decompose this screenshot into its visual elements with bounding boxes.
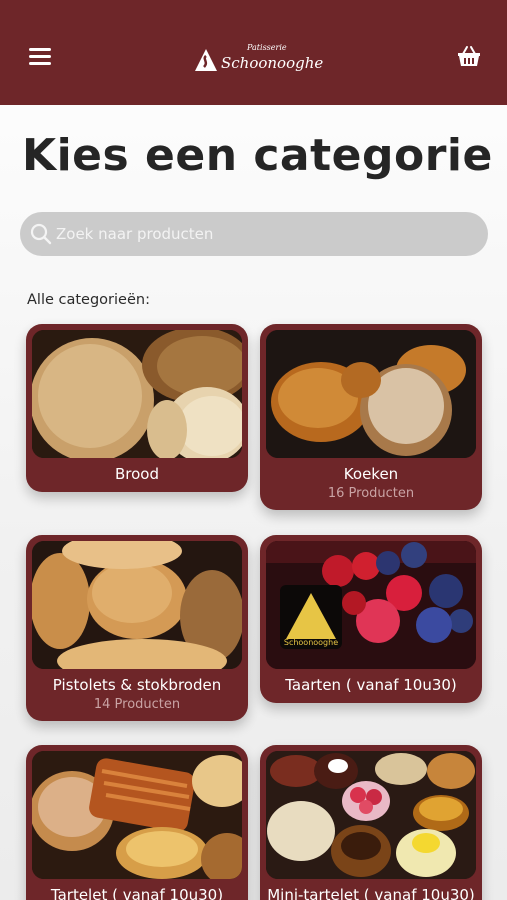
section-label: Alle categorieën: <box>27 292 150 308</box>
category-name: Pistolets & stokbroden <box>52 676 222 694</box>
search-bar[interactable] <box>20 212 488 256</box>
basket-icon[interactable] <box>457 45 481 67</box>
category-name: Tartelet ( vanaf 10u30) <box>50 886 224 900</box>
category-image: Schoonooghe <box>266 541 476 669</box>
category-card-tartelet[interactable]: Tartelet ( vanaf 10u30) <box>26 745 248 900</box>
category-product-count: 16 Producten <box>327 486 415 501</box>
category-image <box>266 330 476 458</box>
hamburger-menu-icon[interactable] <box>29 48 53 66</box>
category-image <box>32 751 242 879</box>
category-card-taarten[interactable]: Schoonooghe Taarten ( vanaf 10u30) <box>260 535 482 703</box>
category-card-koeken[interactable]: Koeken 16 Producten <box>260 324 482 510</box>
category-card-brood[interactable]: Brood <box>26 324 248 492</box>
category-card-mini-tartelet[interactable]: Mini-tartelet ( vanaf 10u30) <box>260 745 482 900</box>
category-name: Mini-tartelet ( vanaf 10u30) <box>267 886 475 900</box>
page-title: Kies een categorie <box>22 130 493 181</box>
search-input[interactable] <box>56 212 476 256</box>
category-product-count: 14 Producten <box>93 697 181 712</box>
search-icon <box>30 223 52 245</box>
logo-subtitle: Patisserie <box>247 43 287 52</box>
category-name: Taarten ( vanaf 10u30) <box>285 676 457 694</box>
logo-mark-icon <box>195 49 217 71</box>
app-header: Patisserie Schoonooghe <box>0 0 507 105</box>
category-name: Brood <box>114 465 159 483</box>
logo: Patisserie Schoonooghe <box>194 42 323 72</box>
category-image <box>32 330 242 458</box>
category-name: Koeken <box>343 465 399 483</box>
category-card-pistolets[interactable]: Pistolets & stokbroden 14 Producten <box>26 535 248 721</box>
logo-title: Schoonooghe <box>221 54 324 72</box>
category-image <box>266 751 476 879</box>
category-image <box>32 541 242 669</box>
taarten-image-label: Schoonooghe <box>284 638 338 647</box>
